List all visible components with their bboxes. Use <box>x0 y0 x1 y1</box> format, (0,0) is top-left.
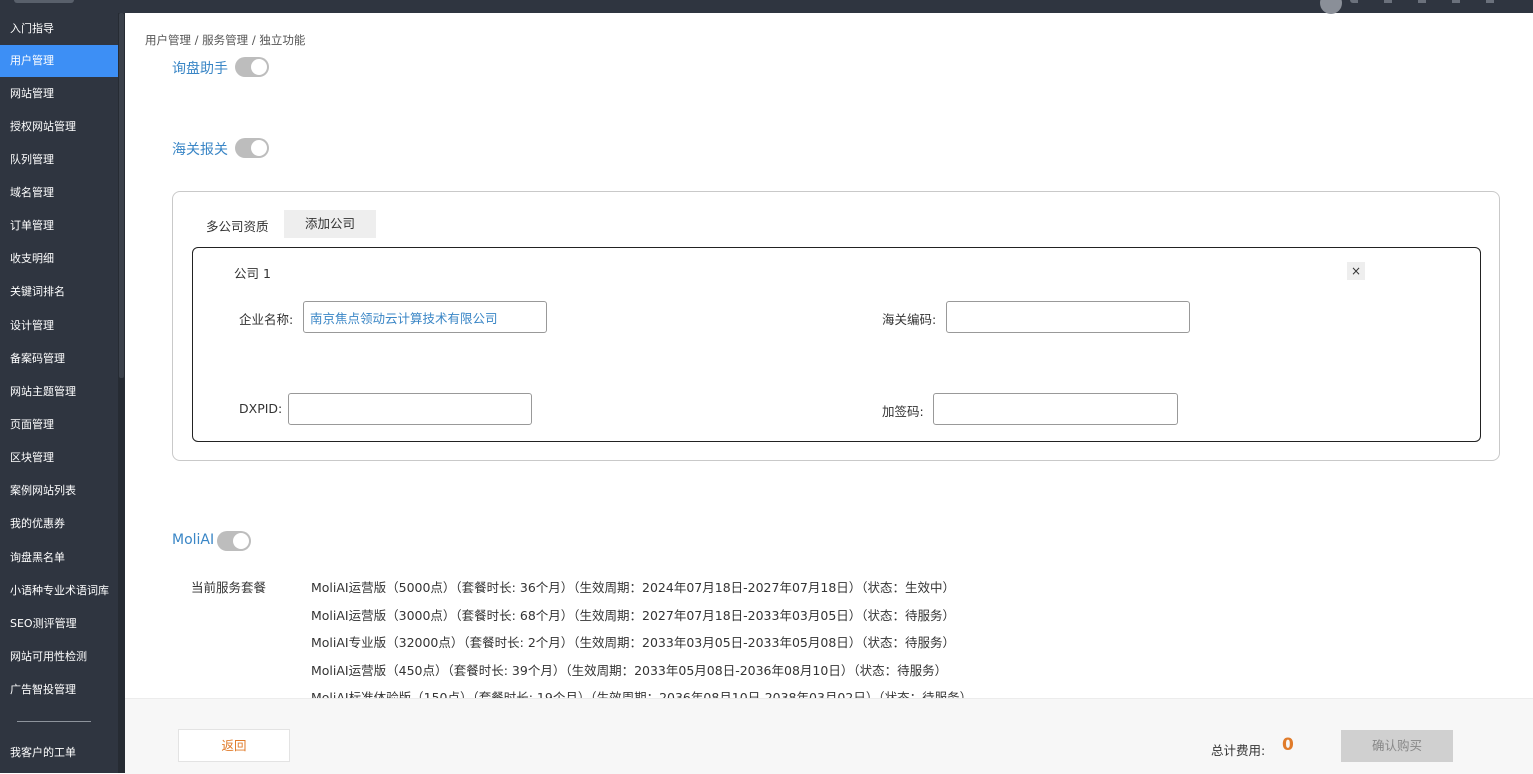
sidebar: 入门指导 用户管理 网站管理 授权网站管理 队列管理 域名管理 订单管理 收支明… <box>0 13 125 773</box>
toggle-knob <box>251 59 267 75</box>
dxpid-input[interactable] <box>288 393 532 425</box>
top-bar <box>0 0 1533 14</box>
customs-code-label: 海关编码: <box>882 312 937 327</box>
inquiry-assistant-toggle[interactable] <box>235 57 269 77</box>
company-card-title: 公司 1 <box>234 266 271 281</box>
sign-code-label: 加签码: <box>882 404 924 419</box>
moliai-title: MoliAI <box>172 532 215 548</box>
tab-multi-company[interactable]: 多公司资质 <box>206 216 269 235</box>
close-company-button[interactable]: × <box>1347 262 1365 280</box>
sidebar-item-theme-management[interactable]: 网站主题管理 <box>0 376 118 408</box>
package-item: MoliAI专业版（32000点）（套餐时长: 2个月）（生效周期：2033年0… <box>311 635 956 650</box>
sidebar-item-case-sites[interactable]: 案例网站列表 <box>0 475 118 507</box>
sidebar-divider <box>17 721 91 722</box>
moliai-toggle[interactable] <box>217 531 251 551</box>
breadcrumb: 用户管理 / 服务管理 / 独立功能 <box>145 33 306 47</box>
sidebar-item-keyword-ranking[interactable]: 关键词排名 <box>0 276 118 308</box>
current-package-label: 当前服务套餐 <box>191 580 267 595</box>
customs-title: 海关报关 <box>172 142 228 158</box>
sidebar-item-user-management[interactable]: 用户管理 <box>0 45 118 77</box>
logo <box>14 0 74 3</box>
sidebar-item-terminology[interactable]: 小语种专业术语词库 <box>0 575 118 607</box>
sidebar-item-getting-started[interactable]: 入门指导 <box>0 13 118 45</box>
sign-code-input[interactable] <box>933 393 1178 425</box>
sidebar-item-authorized-sites[interactable]: 授权网站管理 <box>0 111 118 143</box>
sidebar-item-billing-details[interactable]: 收支明细 <box>0 243 118 275</box>
company-name-input[interactable] <box>303 301 547 333</box>
package-item: MoliAI运营版（3000点）（套餐时长: 68个月）（生效周期：2027年0… <box>311 608 956 623</box>
sidebar-item-queue-management[interactable]: 队列管理 <box>0 144 118 176</box>
back-button[interactable]: 返回 <box>178 729 290 762</box>
confirm-purchase-button[interactable]: 确认购买 <box>1341 730 1453 762</box>
add-company-button[interactable]: 添加公司 <box>284 210 376 238</box>
total-cost-label: 总计费用: <box>1211 743 1266 758</box>
sidebar-item-order-management[interactable]: 订单管理 <box>0 210 118 242</box>
package-item: MoliAI运营版（450点）（套餐时长: 39个月）（生效周期：2033年05… <box>311 663 948 678</box>
user-avatar[interactable] <box>1320 0 1342 14</box>
total-cost-value: 0 <box>1282 735 1294 755</box>
sidebar-item-block-management[interactable]: 区块管理 <box>0 442 118 474</box>
sidebar-item-customer-tickets[interactable]: 我客户的工单 <box>0 737 118 769</box>
sidebar-item-inquiry-blacklist[interactable]: 询盘黑名单 <box>0 542 118 574</box>
sidebar-item-domain-management[interactable]: 域名管理 <box>0 177 118 209</box>
sidebar-item-page-management[interactable]: 页面管理 <box>0 409 118 441</box>
company-name-label: 企业名称: <box>239 312 294 327</box>
sidebar-item-icp-management[interactable]: 备案码管理 <box>0 343 118 375</box>
toggle-knob <box>233 533 249 549</box>
sidebar-item-seo-review[interactable]: SEO测评管理 <box>0 608 118 640</box>
footer-bar <box>125 698 1533 774</box>
sidebar-item-my-coupons[interactable]: 我的优惠券 <box>0 508 118 540</box>
customs-code-input[interactable] <box>946 301 1190 333</box>
sidebar-item-ad-management[interactable]: 广告智投管理 <box>0 674 118 706</box>
sidebar-item-availability-check[interactable]: 网站可用性检测 <box>0 641 118 673</box>
inquiry-assistant-title: 询盘助手 <box>172 61 228 77</box>
sidebar-item-site-management[interactable]: 网站管理 <box>0 78 118 110</box>
sidebar-scrollbar-thumb[interactable] <box>119 13 124 378</box>
dxpid-label: DXPID: <box>239 401 283 416</box>
package-item: MoliAI运营版（5000点）（套餐时长: 36个月）（生效周期：2024年0… <box>311 580 956 595</box>
sidebar-item-design-management[interactable]: 设计管理 <box>0 310 118 342</box>
toggle-knob <box>251 140 267 156</box>
user-menu-stub[interactable] <box>1350 0 1500 3</box>
customs-toggle[interactable] <box>235 138 269 158</box>
